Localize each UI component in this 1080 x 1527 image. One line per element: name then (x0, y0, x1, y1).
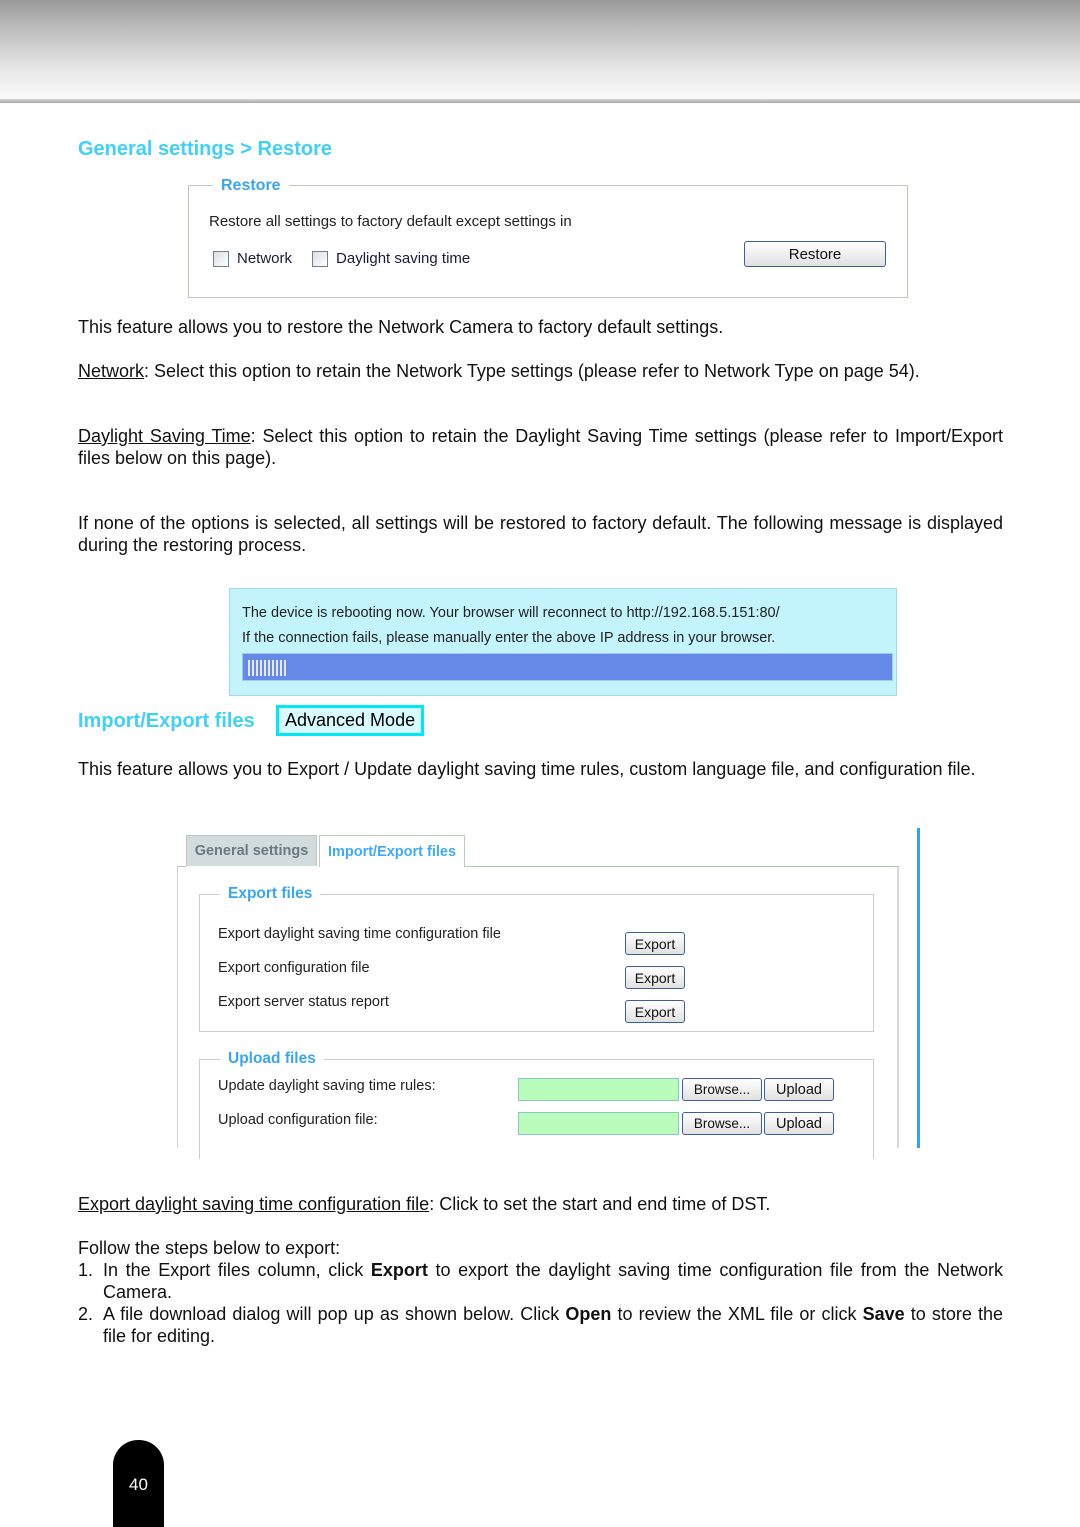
follow-steps-intro: Follow the steps below to export: (78, 1238, 341, 1258)
advanced-mode-badge: Advanced Mode (276, 705, 425, 736)
export-files-legend: Export files (220, 885, 321, 903)
screenshot-edge-line (917, 828, 920, 1148)
import-export-panel: General settings Import/Export files Exp… (177, 828, 922, 1159)
export-dst-label: Export daylight saving time configuratio… (218, 926, 501, 942)
export-status-report-button[interactable]: Export (625, 1000, 685, 1023)
daylight-saving-checkbox-label[interactable]: Daylight saving time (336, 250, 470, 267)
step-item: 1. In the Export files column, click Exp… (78, 1259, 1003, 1303)
section-title-import-export: Import/Export files (78, 710, 255, 732)
progress-ticks (248, 660, 288, 676)
reboot-message-line-2: If the connection fails, please manually… (242, 630, 776, 646)
network-term: Network (78, 361, 145, 381)
export-dst-description: : Click to set the start and end time of… (429, 1194, 771, 1214)
upload-files-fieldset: Upload files Update daylight saving time… (199, 1050, 874, 1159)
upload-config-browse-button[interactable]: Browse... (682, 1112, 762, 1135)
step-bold-term: Save (862, 1304, 905, 1324)
export-status-report-label: Export server status report (218, 994, 389, 1010)
export-files-fieldset: Export files Export daylight saving time… (199, 885, 874, 1032)
update-dst-rules-file-input[interactable] (518, 1078, 679, 1101)
tab-content-top-border (465, 866, 899, 867)
update-dst-rules-browse-button[interactable]: Browse... (682, 1078, 762, 1101)
intro-paragraph: This feature allows you to restore the N… (78, 317, 724, 337)
update-dst-rules-label: Update daylight saving time rules: (218, 1078, 436, 1094)
restore-legend: Restore (213, 177, 289, 195)
restore-options: Network Daylight saving time (213, 250, 490, 267)
page-header-band (0, 0, 1080, 100)
upload-config-file-input[interactable] (518, 1112, 679, 1135)
reboot-progress-bar (242, 653, 893, 681)
dst-paragraph: Daylight Saving Time: Select this option… (78, 425, 1003, 469)
export-steps: Follow the steps below to export: 1. In … (78, 1237, 1003, 1347)
tab-content-top-border (177, 866, 186, 867)
progress-tick (272, 660, 274, 676)
step-item: 2. A file download dialog will pop up as… (78, 1303, 1003, 1347)
dst-term: Daylight Saving Time (78, 426, 251, 446)
network-checkbox-label[interactable]: Network (237, 250, 292, 267)
export-config-label: Export configuration file (218, 960, 370, 976)
progress-tick (284, 660, 286, 676)
progress-tick (276, 660, 278, 676)
export-dst-button[interactable]: Export (625, 932, 685, 955)
restore-description: Restore all settings to factory default … (209, 213, 572, 230)
update-dst-rules-upload-button[interactable]: Upload (764, 1078, 834, 1101)
tab-import-export-files[interactable]: Import/Export files (319, 835, 465, 867)
progress-tick (252, 660, 254, 676)
daylight-saving-checkbox[interactable] (312, 250, 329, 267)
step-bold-term: Export (370, 1260, 428, 1280)
restore-button[interactable]: Restore (744, 241, 886, 267)
page-number: 40 (129, 1475, 148, 1494)
step-text-part: to review the XML file or click (611, 1304, 863, 1324)
step-text-part: In the Export files column, click (103, 1260, 371, 1280)
step-text: In the Export files column, click Export… (103, 1259, 1003, 1303)
export-config-button[interactable]: Export (625, 966, 685, 989)
progress-tick (248, 660, 250, 676)
export-dst-term: Export daylight saving time configuratio… (78, 1194, 430, 1214)
progress-tick (256, 660, 258, 676)
network-paragraph: Network: Select this option to retain th… (78, 360, 1003, 382)
progress-tick (264, 660, 266, 676)
import-export-intro: This feature allows you to Export / Upda… (78, 759, 976, 779)
restore-panel: Restore Restore all settings to factory … (188, 177, 908, 298)
progress-tick (280, 660, 282, 676)
step-text: A file download dialog will pop up as sh… (103, 1303, 1003, 1347)
step-text-part: A file download dialog will pop up as sh… (103, 1304, 566, 1324)
none-selected-paragraph: If none of the options is selected, all … (78, 513, 1003, 555)
network-description: : Select this option to retain the Netwo… (144, 361, 920, 381)
reboot-message-line-1: The device is rebooting now. Your browse… (242, 605, 780, 621)
reboot-message-box: The device is rebooting now. Your browse… (229, 588, 897, 696)
step-number: 2. (78, 1304, 94, 1324)
upload-config-label: Upload configuration file: (218, 1112, 378, 1128)
step-number: 1. (78, 1260, 94, 1280)
section-title-restore: General settings > Restore (78, 138, 332, 160)
upload-files-legend: Upload files (220, 1050, 324, 1068)
network-checkbox[interactable] (213, 250, 229, 267)
header-divider (0, 99, 1080, 103)
progress-tick (260, 660, 262, 676)
export-dst-paragraph: Export daylight saving time configuratio… (78, 1193, 1003, 1215)
progress-tick (268, 660, 270, 676)
tab-general-settings[interactable]: General settings (186, 835, 317, 866)
step-bold-term: Open (565, 1304, 612, 1324)
page-number-tab: 40 (113, 1440, 164, 1527)
upload-config-upload-button[interactable]: Upload (764, 1112, 834, 1135)
